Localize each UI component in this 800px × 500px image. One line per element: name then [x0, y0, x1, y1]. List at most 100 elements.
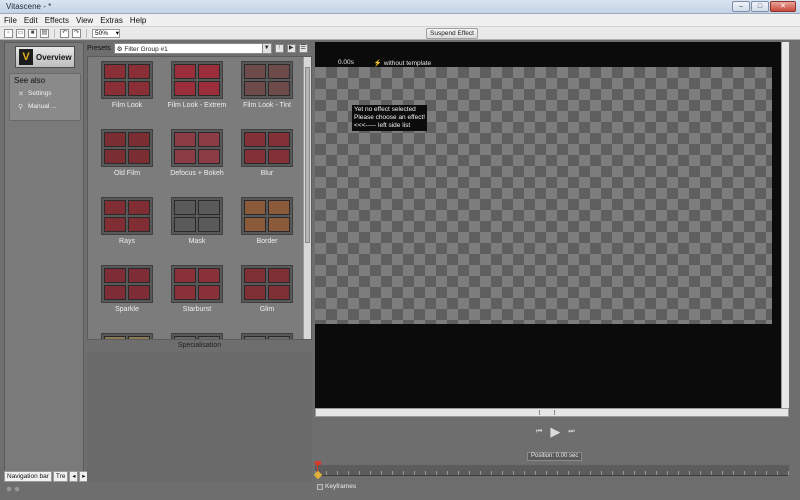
thumbnail-frame	[244, 285, 266, 300]
suspend-effect-button[interactable]: Suspend Effect	[426, 28, 478, 39]
tab-navigation-bar[interactable]: Navigation bar	[4, 471, 52, 482]
open-icon[interactable]: ▭	[16, 28, 25, 38]
tab-tree[interactable]: Tre	[52, 471, 69, 482]
playhead-marker-icon	[315, 461, 321, 465]
preset-item[interactable]: Rays	[92, 193, 162, 261]
preset-thumbnail	[101, 129, 153, 167]
toolbar: ▫ ▭ ■ ▤ ↶ ↷ 50% ▾ Suspend Effect	[0, 27, 800, 40]
thumbnail-frame	[198, 336, 220, 339]
navigation-bar: V Overview See also ✕ Settings ⚲ Manual …	[4, 42, 84, 482]
preset-item[interactable]: Border	[232, 193, 302, 261]
see-also-panel: See also ✕ Settings ⚲ Manual ...	[9, 73, 81, 121]
message-line: Yet no effect selected	[354, 106, 416, 113]
timeline-ruler[interactable]	[315, 465, 789, 476]
filter-group-text: Filter Group #1	[124, 45, 168, 53]
thumbnail-frame	[104, 149, 126, 164]
toolbar-separator	[86, 28, 87, 38]
title-bar: Vitascene - * – □ ✕	[0, 0, 800, 14]
preset-thumbnail	[241, 265, 293, 303]
menu-effects[interactable]: Effects	[45, 16, 69, 25]
arrow-up-icon[interactable]: ↑	[274, 44, 284, 53]
maximize-button[interactable]: □	[751, 1, 769, 12]
overview-label: Overview	[36, 52, 72, 62]
thumbnail-frame	[104, 268, 126, 283]
close-button[interactable]: ✕	[770, 1, 796, 12]
preset-item[interactable]: Film Look	[92, 57, 162, 125]
preset-item[interactable]: Film Look - Extrem	[162, 57, 232, 125]
keyframes-checkbox[interactable]	[317, 483, 323, 490]
preset-item[interactable]: Defocus + Bokeh	[162, 125, 232, 193]
preset-item[interactable]	[232, 329, 302, 339]
thumbnail-frame	[198, 149, 220, 164]
thumbnail-frame	[174, 200, 196, 215]
navigation-tabs: Navigation bar Tre ◂ ▸	[4, 471, 89, 482]
presets-scrollbar[interactable]	[303, 57, 311, 339]
preset-item[interactable]: Film Look - Tint	[232, 57, 302, 125]
see-also-manual[interactable]: ⚲ Manual ...	[10, 100, 80, 113]
filter-group-select[interactable]: ⚙ Filter Group #1 ▼	[113, 43, 272, 54]
new-icon[interactable]: ▫	[4, 28, 13, 38]
zoom-select[interactable]: 50% ▾	[92, 28, 120, 38]
menu-help[interactable]: Help	[130, 16, 146, 25]
skip-forward-icon[interactable]: ⏭	[568, 428, 574, 436]
preset-item[interactable]: Mask	[162, 193, 232, 261]
preset-label: Old Film	[113, 170, 141, 177]
thumbnail-frame	[268, 132, 290, 147]
undo-icon[interactable]: ↶	[60, 28, 69, 38]
thumbnail-frame	[128, 217, 150, 232]
thumbnail-frame	[198, 200, 220, 215]
toolbar-separator	[54, 28, 55, 38]
list-view-icon[interactable]: ☰	[298, 44, 308, 53]
presets-bar: Presets ⚙ Filter Group #1 ▼ ↑ ▶ ☰	[87, 42, 312, 55]
chevron-down-icon: ▼	[261, 44, 271, 53]
preset-label: Blur	[260, 170, 274, 177]
thumbnail-frame	[244, 81, 266, 96]
viewer-horizontal-scrollbar[interactable]	[315, 408, 789, 417]
play-icon[interactable]: ▶	[550, 424, 560, 440]
keyframes-label: Keyframes	[325, 483, 357, 490]
keyframes-toggle[interactable]: Keyframes	[317, 483, 356, 490]
thumbnail-frame	[174, 132, 196, 147]
menu-extras[interactable]: Extras	[100, 16, 123, 25]
thumbnail-frame	[244, 268, 266, 283]
thumbnail-frame	[198, 217, 220, 232]
preset-item[interactable]: Blur	[232, 125, 302, 193]
tools-icon: ✕	[18, 90, 24, 98]
viewer-vertical-scrollbar[interactable]	[781, 42, 789, 408]
skip-back-icon[interactable]: ⏮	[536, 428, 542, 436]
redo-icon[interactable]: ↷	[72, 28, 81, 38]
preset-item[interactable]: Old Film	[92, 125, 162, 193]
preset-item[interactable]	[162, 329, 232, 339]
preset-item[interactable]	[92, 329, 162, 339]
preset-thumbnail	[101, 333, 153, 339]
thumbnail-frame	[104, 81, 126, 96]
preset-thumbnail	[171, 197, 223, 235]
overview-button[interactable]: V Overview	[15, 46, 75, 68]
preset-item[interactable]: Sparkle	[92, 261, 162, 329]
see-also-settings[interactable]: ✕ Settings	[10, 87, 80, 100]
menu-edit[interactable]: Edit	[24, 16, 38, 25]
menu-file[interactable]: File	[4, 16, 17, 25]
minimize-button[interactable]: –	[732, 1, 750, 12]
export-icon[interactable]: ▤	[40, 28, 49, 38]
vitascene-logo-icon: V	[19, 49, 33, 65]
presets-scrollbar-thumb[interactable]	[305, 67, 310, 243]
preset-label: Film Look - Extrem	[167, 102, 227, 109]
thumbnail-frame	[174, 64, 196, 79]
menu-view[interactable]: View	[76, 16, 93, 25]
keyframe-diamond-icon[interactable]	[313, 470, 323, 480]
save-icon[interactable]: ■	[28, 28, 37, 38]
scrollbar-grip[interactable]	[539, 410, 555, 415]
preset-thumbnail	[171, 61, 223, 99]
preset-thumbnail	[101, 197, 153, 235]
settings-label: Settings	[28, 90, 52, 97]
preview-canvas[interactable]: Yet no effect selected Please choose an …	[315, 67, 772, 324]
playhead[interactable]	[313, 461, 323, 480]
preset-item[interactable]: Starburst	[162, 261, 232, 329]
preset-item[interactable]: Glim	[232, 261, 302, 329]
thumbnail-frame	[104, 132, 126, 147]
play-preset-icon[interactable]: ▶	[286, 44, 296, 53]
tab-scroll-left-icon[interactable]: ◂	[69, 471, 79, 482]
preset-thumbnail	[101, 265, 153, 303]
preset-label: Glim	[259, 306, 275, 313]
